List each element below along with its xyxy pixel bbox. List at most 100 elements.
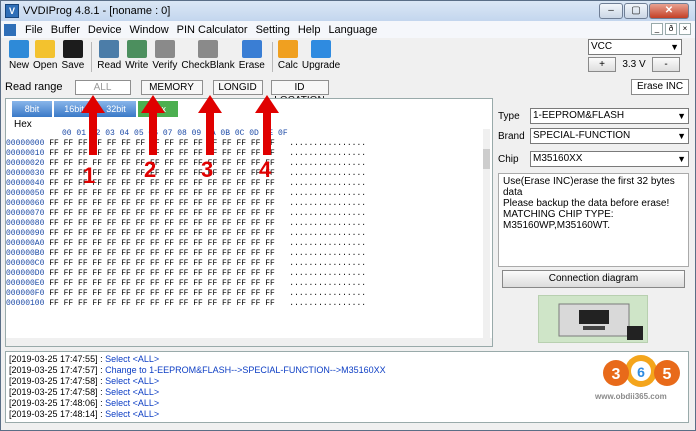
hex-row[interactable]: 00000100 FF FF FF FF FF FF FF FF FF FF F… bbox=[6, 299, 484, 309]
hex-row[interactable]: 00000080 FF FF FF FF FF FF FF FF FF FF F… bbox=[6, 219, 484, 229]
log-timestamp: [2019-03-25 17:48:06] : bbox=[9, 398, 103, 408]
toolbar-label: Upgrade bbox=[301, 60, 341, 71]
toolbar-label: CheckBlank bbox=[181, 60, 235, 71]
range-id-location-button[interactable]: ID LOCATION bbox=[270, 79, 329, 106]
hex-row[interactable]: 00000040 FF FF FF FF FF FF FF FF FF FF F… bbox=[6, 179, 484, 189]
hex-bytes: FF FF FF FF FF FF FF FF FF FF FF FF FF F… bbox=[49, 189, 275, 198]
hex-row[interactable]: 00000010 FF FF FF FF FF FF FF FF FF FF F… bbox=[6, 149, 484, 159]
type-label: Type bbox=[498, 110, 520, 122]
info-line: M35160WP,M35160WT. bbox=[503, 220, 611, 231]
window-controls: – ▢ ✕ bbox=[599, 3, 689, 19]
app-window: V VVDIProg 4.8.1 - [noname : 0] – ▢ ✕ Fi… bbox=[0, 0, 696, 431]
hex-address: 000000E0 bbox=[6, 279, 45, 288]
chip-panel: Type 1-EEPROM&FLASH ▼ Brand SPECIAL-FUNC… bbox=[498, 98, 689, 347]
chevron-down-icon: ▼ bbox=[670, 42, 679, 52]
minimize-button[interactable]: – bbox=[599, 3, 623, 19]
brand-value: SPECIAL-FUNCTION bbox=[533, 130, 631, 141]
doc-minimize-button[interactable]: _ bbox=[651, 23, 663, 35]
log-message: Change to 1-EEPROM&FLASH-->SPECIAL-FUNCT… bbox=[105, 365, 386, 375]
hex-row[interactable]: 000000D0 FF FF FF FF FF FF FF FF FF FF F… bbox=[6, 269, 484, 279]
toolbar-read-button[interactable]: Read bbox=[97, 38, 121, 76]
log-entry: [2019-03-25 17:47:57] : Change to 1-EEPR… bbox=[9, 365, 685, 376]
log-timestamp: [2019-03-25 17:47:58] : bbox=[9, 376, 103, 386]
hex-row[interactable]: 00000060 FF FF FF FF FF FF FF FF FF FF F… bbox=[6, 199, 484, 209]
toolbar-upgrade-button[interactable]: Upgrade bbox=[302, 38, 340, 76]
hex-bytes: FF FF FF FF FF FF FF FF FF FF FF FF FF F… bbox=[49, 229, 275, 238]
hex-row[interactable]: 000000E0 FF FF FF FF FF FF FF FF FF FF F… bbox=[6, 279, 484, 289]
toolbar-label: Write bbox=[125, 60, 149, 71]
voltage-increase-button[interactable]: + bbox=[588, 57, 616, 72]
hex-address: 000000D0 bbox=[6, 269, 45, 278]
calculator-icon bbox=[277, 40, 298, 58]
hex-row[interactable]: 00000020 FF FF FF FF FF FF FF FF FF FF F… bbox=[6, 159, 484, 169]
hex-address: 000000C0 bbox=[6, 259, 45, 268]
hex-row[interactable]: 000000F0 FF FF FF FF FF FF FF FF FF FF F… bbox=[6, 289, 484, 299]
hex-row[interactable]: 00000000 FF FF FF FF FF FF FF FF FF FF F… bbox=[6, 139, 484, 149]
menu-buffer[interactable]: Buffer bbox=[47, 24, 84, 36]
hex-row[interactable]: 00000030 FF FF FF FF FF FF FF FF FF FF F… bbox=[6, 169, 484, 179]
hex-ascii: ................ bbox=[289, 149, 367, 158]
hex-row[interactable]: 000000B0 FF FF FF FF FF FF FF FF FF FF F… bbox=[6, 249, 484, 259]
close-button[interactable]: ✕ bbox=[649, 3, 689, 19]
log-entry: [2019-03-25 17:48:14] : Select <ALL> bbox=[9, 409, 685, 420]
menu-help[interactable]: Help bbox=[294, 24, 325, 36]
range-all-button[interactable]: ALL bbox=[74, 79, 131, 95]
toolbar-checkblank-button[interactable]: CheckBlank bbox=[181, 38, 235, 76]
read-range-label: Read range bbox=[5, 81, 63, 93]
hex-row[interactable]: 00000070 FF FF FF FF FF FF FF FF FF FF F… bbox=[6, 209, 484, 219]
type-select[interactable]: 1-EEPROM&FLASH ▼ bbox=[530, 108, 689, 124]
toolbar-calc-button[interactable]: Calc bbox=[277, 38, 298, 76]
toolbar-verify-button[interactable]: Verify bbox=[152, 38, 177, 76]
maximize-button[interactable]: ▢ bbox=[624, 3, 648, 19]
hex-address: 00000040 bbox=[6, 179, 45, 188]
write-chip-icon bbox=[126, 40, 147, 58]
hex-ascii: ................ bbox=[289, 199, 367, 208]
toolbar-save-button[interactable]: Save bbox=[61, 38, 84, 76]
vcc-select[interactable]: VCC ▼ bbox=[588, 39, 682, 55]
tab-8bit[interactable]: 8bit bbox=[12, 101, 52, 117]
hex-address: 00000100 bbox=[6, 299, 45, 308]
menu-language[interactable]: Language bbox=[324, 24, 381, 36]
log-message: Select <ALL> bbox=[105, 354, 160, 364]
menu-pin-calculator[interactable]: PIN Calculator bbox=[173, 24, 252, 36]
scroll-thumb[interactable] bbox=[483, 149, 490, 169]
hex-row[interactable]: 00000090 FF FF FF FF FF FF FF FF FF FF F… bbox=[6, 229, 484, 239]
hex-row[interactable]: 000000A0 FF FF FF FF FF FF FF FF FF FF F… bbox=[6, 239, 484, 249]
log-panel[interactable]: [2019-03-25 17:47:55] : Select <ALL> [201… bbox=[5, 351, 689, 423]
connection-diagram-button[interactable]: Connection diagram bbox=[502, 270, 685, 288]
erase-inc-button[interactable]: Erase INC bbox=[631, 79, 689, 95]
voltage-decrease-button[interactable]: - bbox=[652, 57, 680, 72]
log-message: Select <ALL> bbox=[105, 409, 160, 419]
hex-row[interactable]: 000000C0 FF FF FF FF FF FF FF FF FF FF F… bbox=[6, 259, 484, 269]
menu-window[interactable]: Window bbox=[126, 24, 173, 36]
menu-device[interactable]: Device bbox=[84, 24, 126, 36]
toolbar-write-button[interactable]: Write bbox=[125, 38, 148, 76]
hex-row[interactable]: 00000050 FF FF FF FF FF FF FF FF FF FF F… bbox=[6, 189, 484, 199]
toolbar-new-button[interactable]: New bbox=[9, 38, 29, 76]
range-longid-button[interactable]: LONGID bbox=[212, 79, 263, 95]
menu-file[interactable]: File bbox=[21, 24, 47, 36]
hex-address: 00000010 bbox=[6, 149, 45, 158]
hex-grid[interactable]: 00 01 02 03 04 05 06 07 08 09 0A 0B 0C 0… bbox=[6, 129, 484, 339]
hex-ascii: ................ bbox=[289, 179, 367, 188]
toolbar-erase-button[interactable]: Erase bbox=[239, 38, 265, 76]
annotation-number-2: 2 bbox=[144, 157, 157, 182]
type-value: 1-EEPROM&FLASH bbox=[533, 110, 625, 121]
hex-address: 00000050 bbox=[6, 189, 45, 198]
adapter-board-icon bbox=[558, 303, 643, 340]
doc-close-button[interactable]: × bbox=[679, 23, 691, 35]
hex-vertical-scrollbar[interactable] bbox=[483, 129, 490, 339]
chevron-down-icon: ▼ bbox=[677, 111, 686, 121]
document-icon bbox=[4, 23, 16, 36]
hex-horizontal-scrollbar[interactable] bbox=[6, 338, 492, 346]
menu-setting[interactable]: Setting bbox=[252, 24, 294, 36]
chip-info-box[interactable]: Use(Erase INC)erase the first 32 bytes d… bbox=[498, 173, 689, 267]
chevron-down-icon: ▼ bbox=[677, 154, 686, 164]
brand-select[interactable]: SPECIAL-FUNCTION ▼ bbox=[530, 128, 689, 144]
chip-select[interactable]: M35160XX ▼ bbox=[530, 151, 689, 167]
hex-bytes: FF FF FF FF FF FF FF FF FF FF FF FF FF F… bbox=[49, 199, 275, 208]
range-memory-button[interactable]: MEMORY bbox=[140, 79, 203, 95]
doc-restore-button[interactable]: ð bbox=[665, 23, 677, 35]
watermark-url: www.obdii365.com bbox=[595, 392, 667, 401]
toolbar-open-button[interactable]: Open bbox=[33, 38, 57, 76]
